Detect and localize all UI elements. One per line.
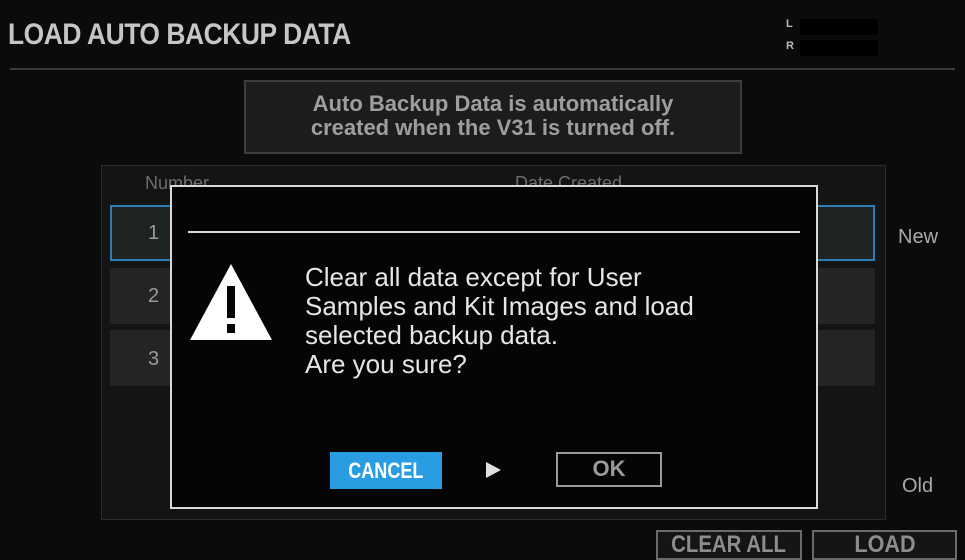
clear-all-button[interactable]: CLEAR ALL [656, 530, 802, 560]
meter-left-label: L [786, 18, 793, 30]
warning-icon [190, 264, 272, 340]
page-title: LOAD AUTO BACKUP DATA [8, 18, 351, 51]
oldest-label: Old [902, 475, 934, 497]
message-line: Samples and Kit Images and load [305, 291, 694, 321]
dialog-divider [188, 231, 800, 233]
cancel-label: CANCEL [348, 458, 424, 483]
cancel-button[interactable]: CANCEL [330, 452, 442, 489]
meter-left-bar [800, 19, 878, 35]
info-line-2: created when the V31 is turned off. [310, 115, 676, 140]
row-number: 2 [148, 285, 160, 307]
info-line-1: Auto Backup Data is automatically [312, 91, 674, 116]
meter-right-label: R [786, 40, 794, 52]
clear-all-label: CLEAR ALL [671, 531, 787, 558]
right-triangle-icon [486, 462, 501, 478]
message-line: Clear all data except for User [305, 262, 642, 292]
header-divider [10, 68, 955, 70]
info-box: Auto Backup Data is automatically create… [244, 80, 742, 154]
newest-label: New [898, 226, 939, 248]
meter-right-bar [800, 40, 878, 56]
row-number: 3 [148, 348, 160, 370]
ok-button[interactable]: OK [556, 452, 662, 487]
row-number: 1 [148, 222, 160, 244]
ok-label: OK [592, 456, 626, 481]
dialog-message: Clear all data except for User Samples a… [305, 263, 785, 379]
message-line: selected backup data. [305, 320, 558, 350]
load-label: LOAD [853, 531, 916, 558]
message-line: Are you sure? [305, 349, 467, 379]
load-button[interactable]: LOAD [812, 530, 957, 560]
